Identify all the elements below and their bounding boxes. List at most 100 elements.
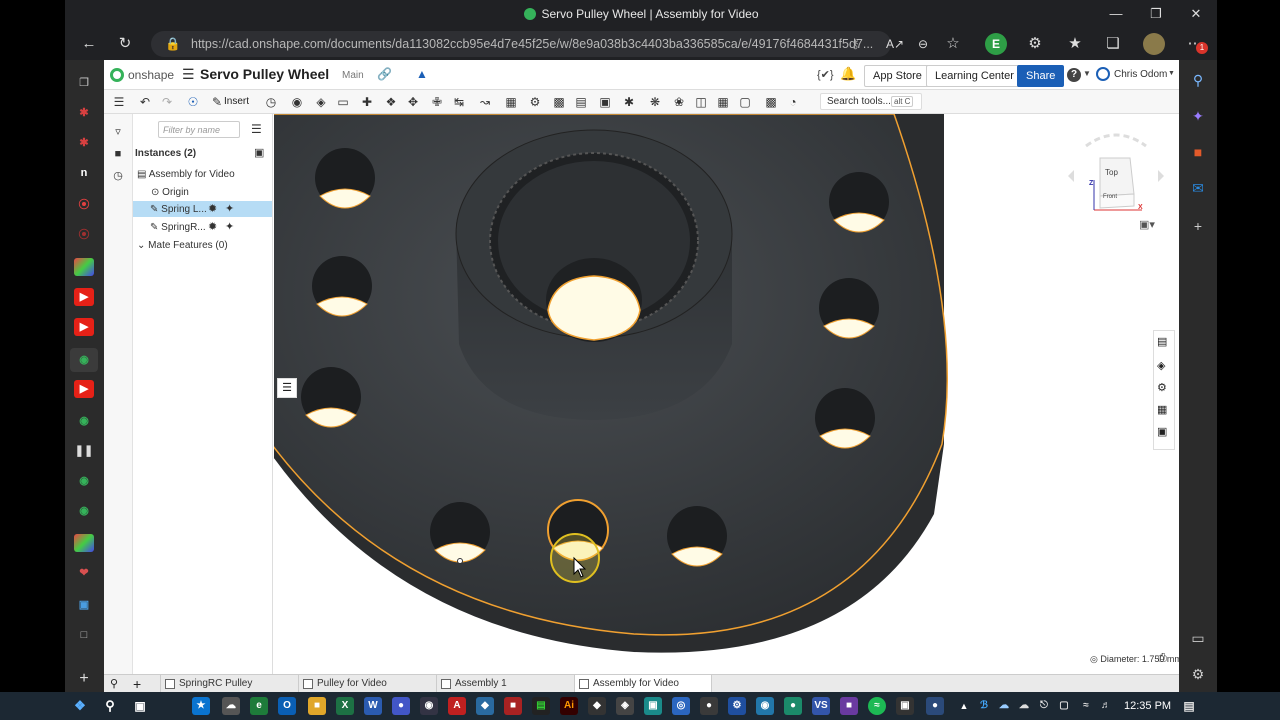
tab-favicon-3[interactable]: ⦿ xyxy=(74,196,94,214)
taskbar-app-icon[interactable]: ■ xyxy=(504,697,522,715)
view-options-cube-icon[interactable]: ▣▾ xyxy=(1139,218,1155,231)
refresh-icon[interactable]: ↻ xyxy=(113,34,137,54)
copilot-icon[interactable]: ✦ xyxy=(1188,106,1208,126)
user-chevron-icon[interactable]: ▼ xyxy=(1168,70,1175,77)
bluetooth-icon[interactable]: ℬ xyxy=(975,697,993,715)
feature-list-toggle-icon[interactable]: ☰ xyxy=(110,93,128,111)
view-cube-front-label[interactable]: Front xyxy=(1103,194,1117,200)
properties-icon[interactable]: ▤ xyxy=(1157,335,1167,348)
file-explorer-icon[interactable]: ■ xyxy=(308,697,326,715)
mate-features-tree-item[interactable]: ⌄ Mate Features (0) xyxy=(137,240,228,251)
insert-icon[interactable]: ☉ xyxy=(184,93,202,111)
taskbar-app-icon[interactable]: ● xyxy=(700,697,718,715)
filter-icon[interactable]: ▿ xyxy=(110,124,126,140)
address-bar[interactable]: 🔒 https://cad.onshape.com/documents/da11… xyxy=(151,31,891,57)
revolute-mate-icon[interactable]: ◈ xyxy=(312,93,330,111)
pin-slot-mate-icon[interactable]: ✥ xyxy=(404,93,422,111)
add-sidebar-icon[interactable]: + xyxy=(1188,216,1208,236)
tab-pulley-for-video[interactable]: Pulley for Video xyxy=(298,675,436,692)
taskbar-app-icon[interactable]: ▣ xyxy=(644,697,662,715)
render-icon[interactable]: ◔ xyxy=(784,93,802,111)
mate-connector-point[interactable] xyxy=(457,558,463,564)
edge-taskbar-icon[interactable]: e xyxy=(250,697,268,715)
close-window-button[interactable]: ✕ xyxy=(1181,4,1211,24)
taskbar-app-icon[interactable]: ☁ xyxy=(222,697,240,715)
help-chevron-icon[interactable]: ▼ xyxy=(1083,69,1091,78)
list-view-icon[interactable]: ☰ xyxy=(251,122,262,136)
appearance-icon[interactable]: ◈ xyxy=(1157,359,1165,372)
search-icon[interactable]: ⚲ xyxy=(101,697,119,715)
acrobat-icon[interactable]: A xyxy=(448,697,466,715)
taskbar-app-icon[interactable]: ⚙ xyxy=(728,697,746,715)
wifi-icon[interactable]: ≈ xyxy=(1077,697,1095,715)
clock-icon[interactable]: ◷ xyxy=(262,93,280,111)
vs-icon[interactable]: VS xyxy=(812,697,830,715)
favorite-star-icon[interactable]: ☆ xyxy=(941,34,965,54)
onshape-tab-icon[interactable]: ◉ xyxy=(74,412,94,430)
onshape-tab-icon[interactable]: ◉ xyxy=(74,502,94,520)
profile-e-icon[interactable]: E xyxy=(985,33,1007,55)
heart-icon[interactable]: ❤ xyxy=(74,564,94,582)
notification-bell-icon[interactable]: 🔔 xyxy=(840,66,856,82)
taskbar-app-icon[interactable]: ◈ xyxy=(616,697,634,715)
rack-relation-icon[interactable]: ❀ xyxy=(670,93,688,111)
taskbar-app-icon[interactable]: ◎ xyxy=(672,697,690,715)
windows-start-icon[interactable]: ❖ xyxy=(71,697,89,715)
taskbar-app-icon[interactable]: ▣ xyxy=(896,697,914,715)
spotify-icon[interactable]: ≈ xyxy=(868,697,886,715)
excel-icon[interactable]: X xyxy=(336,697,354,715)
rotate-left-icon[interactable] xyxy=(1068,170,1074,182)
maximize-button[interactable]: ❐ xyxy=(1141,4,1171,24)
taskbar-app-icon[interactable]: ◆ xyxy=(476,697,494,715)
tab-assembly-for-video-active[interactable]: Assembly for Video xyxy=(574,675,712,692)
youtube-icon[interactable]: ▶ xyxy=(74,288,94,306)
taskbar-app-icon[interactable]: ◆ xyxy=(588,697,606,715)
help-icon[interactable]: ? xyxy=(1067,68,1081,82)
explode-icon[interactable]: ▣ xyxy=(596,93,614,111)
youtube-icon[interactable]: ▶ xyxy=(74,318,94,336)
section-icon[interactable]: ✱ xyxy=(620,93,638,111)
planar-mate-icon[interactable]: ✚ xyxy=(358,93,376,111)
code-editor-icon[interactable]: {✔} xyxy=(817,68,834,81)
read-aloud-icon[interactable]: A↗ xyxy=(883,34,907,54)
linear-relation-icon[interactable]: ▦ xyxy=(714,93,732,111)
taskbar-app-icon[interactable]: ◉ xyxy=(420,697,438,715)
slider-mate-icon[interactable]: ▭ xyxy=(334,93,352,111)
clock-time[interactable]: 12:35 PM xyxy=(1124,700,1171,712)
origin-tree-item[interactable]: ⊙ Origin xyxy=(151,187,189,198)
mate-values-icon[interactable]: ⚙ xyxy=(1157,381,1167,394)
group-icon[interactable]: ▦ xyxy=(502,93,520,111)
new-tab-plus-icon[interactable]: + xyxy=(74,670,94,688)
tab-favicon-5[interactable] xyxy=(74,258,94,276)
spring-r-tree-item[interactable]: ✎ SpringR... xyxy=(150,222,206,233)
taskbar-app-icon[interactable]: ■ xyxy=(840,697,858,715)
collections-icon[interactable]: ❏ xyxy=(1101,34,1125,54)
office-icon[interactable]: ■ xyxy=(1188,142,1208,162)
monitor-icon[interactable]: ▣ xyxy=(74,596,94,614)
notification-center-icon[interactable]: ▤ xyxy=(1180,697,1198,715)
extensions-icon[interactable]: ⚙ xyxy=(1023,34,1047,54)
cylindrical-mate-icon[interactable]: ❖ xyxy=(382,93,400,111)
outlook-taskbar-icon[interactable]: O xyxy=(278,697,296,715)
mate-connector-icon[interactable]: ⚙ xyxy=(526,93,544,111)
history-icon[interactable]: ◷ xyxy=(110,168,126,184)
onshape-tab-icon-active[interactable]: ◉ xyxy=(70,348,98,372)
pulley-3d-model[interactable] xyxy=(274,114,1179,678)
user-avatar[interactable] xyxy=(1143,33,1165,55)
app-store-button[interactable]: App Store xyxy=(864,65,931,87)
link-icon[interactable]: 🔗 xyxy=(377,67,392,81)
tray-chevron-icon[interactable]: ▲ xyxy=(955,697,973,715)
tab-favicon-7[interactable] xyxy=(74,534,94,552)
screw-relation-icon[interactable]: ◫ xyxy=(692,93,710,111)
fastened-mate-icon[interactable]: ◉ xyxy=(288,93,306,111)
spring-l-tree-item[interactable]: ✎ Spring L... xyxy=(150,204,207,215)
tray-app-icon[interactable]: ▢ xyxy=(1055,697,1073,715)
taskbar-app-icon[interactable]: ★ xyxy=(192,697,210,715)
taskbar-app-icon[interactable]: ◉ xyxy=(756,697,774,715)
feature-list-icon[interactable]: ☰ xyxy=(277,378,297,398)
learning-cap-icon[interactable]: ▲ xyxy=(416,67,428,81)
youtube-icon[interactable]: ▶ xyxy=(74,380,94,398)
microphone-icon[interactable]: ⎋ xyxy=(1035,697,1053,715)
view-options-icon[interactable]: ▩ xyxy=(762,93,780,111)
settings-gear-icon[interactable]: ⚙ xyxy=(1188,664,1208,684)
